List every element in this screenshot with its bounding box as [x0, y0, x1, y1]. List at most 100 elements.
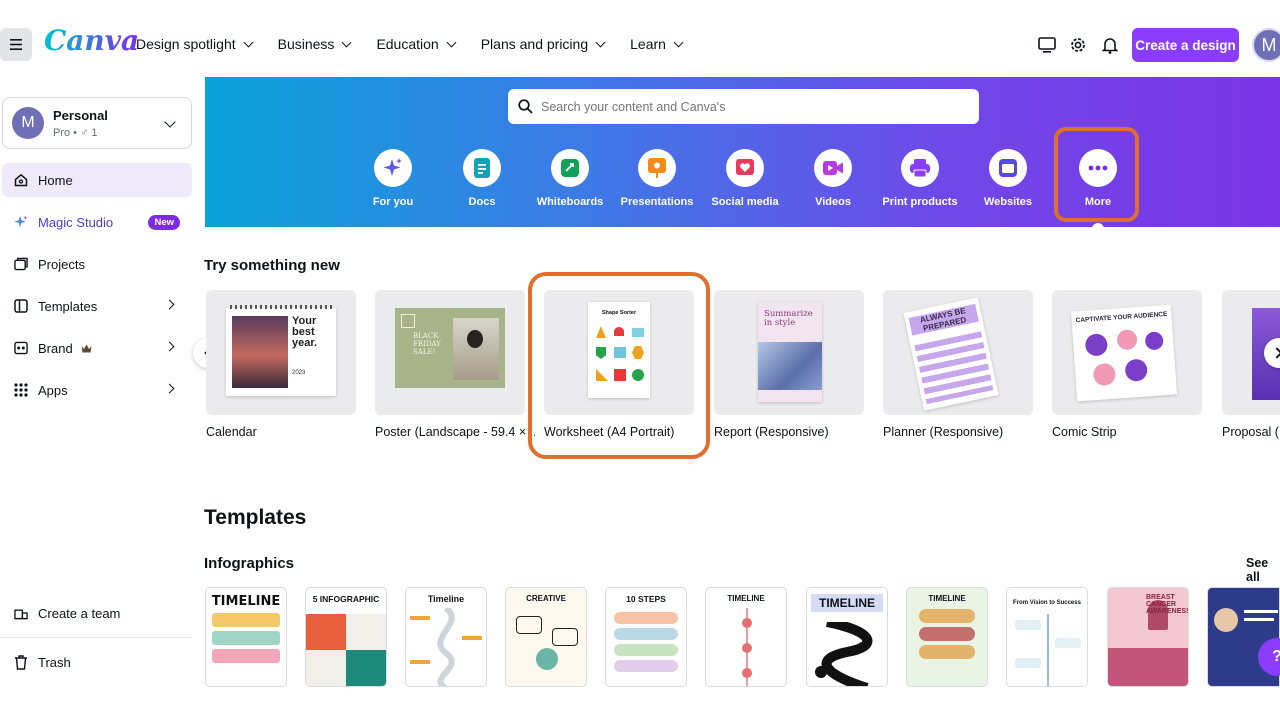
infographic-card[interactable]: TIMELINE	[806, 587, 888, 687]
planner-headline: ALWAYS BE PREPARED	[908, 303, 979, 336]
brand-icon	[14, 341, 28, 355]
template-card-calendar[interactable]: Your best year. 2023	[206, 290, 356, 415]
nav-education[interactable]: Education	[376, 36, 457, 52]
comic-thumbnail: CAPTIVATE YOUR AUDIENCE	[1070, 304, 1178, 402]
info-bar	[919, 627, 975, 641]
category-videos[interactable]: Videos	[788, 149, 878, 208]
presentation-icon	[638, 149, 676, 187]
sidebar-item-label: Projects	[38, 256, 85, 272]
nav-learn[interactable]: Learn	[630, 36, 684, 52]
nav-design-spotlight[interactable]: Design spotlight	[136, 36, 254, 52]
info-box	[1015, 620, 1041, 630]
sidebar-item-projects[interactable]: Projects	[2, 247, 192, 281]
sidebar-item-label: Templates	[38, 298, 98, 314]
poster-headline: BLACK FRIDAY SALE!	[413, 332, 441, 356]
trash-icon	[14, 654, 28, 670]
template-card-comic[interactable]: CAPTIVATE YOUR AUDIENCE	[1052, 290, 1202, 415]
timeline-graphic	[410, 608, 482, 686]
category-websites[interactable]: Websites	[963, 149, 1053, 208]
bell-icon[interactable]	[1102, 36, 1118, 54]
infographic-card[interactable]: BREAST CANCER AWARENESS	[1107, 587, 1189, 687]
search-bar[interactable]	[508, 89, 979, 124]
new-badge: New	[148, 215, 180, 230]
sidebar-divider	[0, 637, 192, 638]
hero-banner: For you Docs Whiteboards Presentations S…	[205, 77, 1280, 229]
printer-icon	[901, 149, 939, 187]
nav-plans-pricing[interactable]: Plans and pricing	[481, 36, 606, 52]
canva-logo[interactable]: Canva	[44, 24, 139, 57]
sidebar-item-brand[interactable]: Brand	[2, 331, 192, 365]
infographic-card[interactable]: 10 STEPS	[605, 587, 687, 687]
monitor-icon[interactable]	[1038, 37, 1056, 53]
template-label: Report (Responsive)	[714, 425, 829, 439]
menu-button[interactable]	[0, 28, 32, 61]
sidebar-item-home[interactable]: Home	[2, 163, 192, 197]
sidebar-item-magic-studio[interactable]: Magic Studio New	[2, 205, 192, 239]
sparkle-icon	[374, 149, 412, 187]
account-switcher[interactable]: M Personal Pro • ♂ 1	[2, 97, 192, 149]
docs-icon	[463, 149, 501, 187]
info-block	[1108, 648, 1188, 686]
sidebar-item-label: Trash	[38, 654, 71, 670]
sidebar-item-trash[interactable]: Trash	[2, 645, 192, 679]
infographic-card[interactable]: TIMELINE	[205, 587, 287, 687]
account-plan: Pro • ♂ 1	[53, 127, 98, 139]
website-icon	[989, 149, 1027, 187]
poster-photo	[453, 318, 499, 380]
info-box	[1015, 658, 1041, 668]
top-nav: Design spotlight Business Education Plan…	[136, 36, 708, 52]
sidebar-item-templates[interactable]: Templates	[2, 289, 192, 323]
category-presentations[interactable]: Presentations	[612, 149, 702, 208]
chevron-down-icon	[673, 37, 684, 47]
info-figure	[536, 648, 558, 670]
create-design-button[interactable]: Create a design	[1132, 28, 1239, 62]
sidebar-item-apps[interactable]: Apps	[2, 373, 192, 407]
team-icon	[14, 606, 28, 620]
calendar-rings	[230, 305, 332, 309]
avatar[interactable]: M	[1252, 28, 1280, 62]
category-for-you[interactable]: For you	[348, 149, 438, 208]
search-icon	[518, 99, 533, 114]
infographic-card[interactable]: From Vision to Success	[1006, 587, 1088, 687]
report-headline: Summarize in style	[764, 309, 813, 328]
infographic-card[interactable]: Timeline	[405, 587, 487, 687]
timeline-node	[742, 618, 752, 628]
category-print-products[interactable]: Print products	[875, 149, 965, 208]
infographic-card[interactable]: TIMELINE	[906, 587, 988, 687]
infographic-card[interactable]: 5 INFOGRAPHIC	[305, 587, 387, 687]
template-card-planner[interactable]: ALWAYS BE PREPARED	[883, 290, 1033, 415]
search-input[interactable]	[541, 99, 961, 114]
gear-icon[interactable]	[1069, 36, 1087, 54]
info-bar	[614, 644, 678, 656]
sidebar-item-label: Home	[38, 172, 73, 188]
crown-icon	[81, 344, 92, 352]
templates-heading: Templates	[204, 506, 307, 529]
comic-figure	[1144, 331, 1164, 351]
infographic-card[interactable]: CREATIVE	[505, 587, 587, 687]
chevron-down-icon	[164, 116, 176, 128]
chevron-down-icon	[341, 37, 352, 47]
info-box	[1055, 638, 1081, 648]
category-whiteboards[interactable]: Whiteboards	[525, 149, 615, 208]
info-bubble	[552, 628, 578, 646]
template-card-poster[interactable]: BLACK FRIDAY SALE!	[375, 290, 525, 415]
home-icon	[14, 173, 28, 187]
template-card-report[interactable]: Summarize in style	[714, 290, 864, 415]
sidebar-item-create-team[interactable]: Create a team	[2, 596, 192, 630]
poster-figure	[467, 330, 483, 348]
info-block	[306, 614, 346, 650]
planner-thumbnail: ALWAYS BE PREPARED	[903, 297, 999, 411]
see-all-link[interactable]: See all	[1246, 556, 1280, 584]
infographic-card[interactable]: TIMELINE	[705, 587, 787, 687]
category-social-media[interactable]: Social media	[700, 149, 790, 208]
apps-icon	[14, 383, 28, 397]
comic-figure	[1084, 333, 1109, 357]
chevron-down-icon	[595, 37, 606, 47]
section-title-try-new: Try something new	[204, 257, 340, 274]
nav-business[interactable]: Business	[278, 36, 352, 52]
poster-thumbnail: BLACK FRIDAY SALE!	[395, 308, 505, 388]
more-highlight-box	[1054, 127, 1139, 222]
comic-figure	[1124, 358, 1148, 382]
info-bar	[614, 612, 678, 624]
category-docs[interactable]: Docs	[437, 149, 527, 208]
